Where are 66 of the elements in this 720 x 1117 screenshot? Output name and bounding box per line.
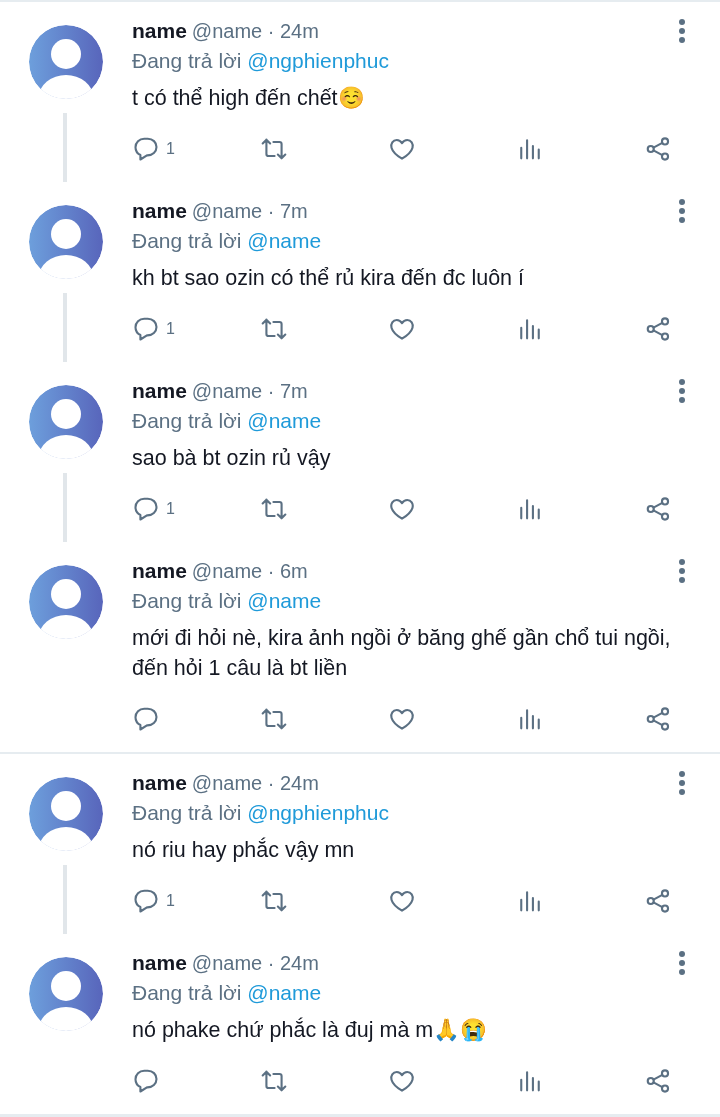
reply-button[interactable] xyxy=(132,705,160,733)
avatar-icon xyxy=(29,205,103,279)
avatar-icon xyxy=(29,957,103,1031)
handle-time: @name · 6m xyxy=(191,559,308,584)
author-name[interactable]: name xyxy=(132,376,187,406)
more-icon[interactable] xyxy=(678,950,686,976)
handle-time: @name · 24m xyxy=(191,951,319,976)
share-button[interactable] xyxy=(644,705,672,733)
handle-time: @name · 7m xyxy=(191,379,308,404)
tweet-text: t có thể high đến chết☺ xyxy=(132,85,366,112)
share-icon xyxy=(644,1067,672,1095)
reply-button[interactable]: 1 xyxy=(132,135,175,163)
more-icon[interactable] xyxy=(678,378,686,404)
author-name[interactable]: name xyxy=(132,196,187,226)
tweet-text: sao bà bt ozin rủ vậy xyxy=(132,445,332,472)
replying-to-text: Đang trả lời @name xyxy=(132,588,323,614)
more-icon[interactable] xyxy=(678,18,686,44)
tweet-text: nó riu hay phắc vậy mn xyxy=(132,836,356,864)
speech-bubble-icon xyxy=(132,887,160,915)
speech-bubble-icon xyxy=(132,705,160,733)
share-icon xyxy=(644,887,672,915)
author-name[interactable]: name xyxy=(132,16,187,46)
replying-to-text: Đang trả lời @name xyxy=(132,980,323,1006)
replying-to-text: Đang trả lời @name xyxy=(132,408,323,434)
avatar-icon xyxy=(29,25,103,99)
share-button[interactable] xyxy=(644,315,672,343)
speech-bubble-icon xyxy=(132,135,160,163)
replying-to-text: Đang trả lời @ngphienphuc xyxy=(132,48,390,74)
mention-link[interactable]: @name xyxy=(247,589,322,612)
share-button[interactable] xyxy=(644,887,672,915)
avatar-icon xyxy=(29,385,103,459)
reply-button[interactable]: 1 xyxy=(132,495,175,523)
mention-link[interactable]: @name xyxy=(247,229,322,252)
handle-time: @name · 24m xyxy=(191,771,319,796)
speech-bubble-icon xyxy=(132,495,160,523)
mention-link[interactable]: @ngphienphuc xyxy=(247,801,389,824)
mention-link[interactable]: @name xyxy=(247,409,322,432)
more-icon[interactable] xyxy=(678,558,686,584)
share-icon xyxy=(644,315,672,343)
handle-time: @name · 7m xyxy=(191,199,308,224)
share-icon xyxy=(644,135,672,163)
avatar-icon xyxy=(29,777,103,851)
mention-link[interactable]: @name xyxy=(247,981,322,1004)
share-button[interactable] xyxy=(644,1067,672,1095)
share-icon xyxy=(644,705,672,733)
handle-time: @name · 24m xyxy=(191,19,319,44)
more-icon[interactable] xyxy=(678,770,686,796)
author-name[interactable]: name xyxy=(132,948,187,978)
replying-to-text: Đang trả lời @name xyxy=(132,228,323,254)
mention-link[interactable]: @ngphienphuc xyxy=(247,49,389,72)
author-name[interactable]: name xyxy=(132,768,187,798)
tweet-text: mới đi hỏi nè, kira ảnh ngồi ở băng ghế gần chổ tui ngồi, đến hỏi 1 câu là bt liền xyxy=(132,625,672,682)
share-icon xyxy=(644,495,672,523)
author-name[interactable]: name xyxy=(132,556,187,586)
speech-bubble-icon xyxy=(132,315,160,343)
speech-bubble-icon xyxy=(132,1067,160,1095)
tweet-text: nó phake chứ phắc là đuj mà m🙏😭 xyxy=(132,1016,489,1044)
reply-button[interactable]: 1 xyxy=(132,887,175,915)
share-button[interactable] xyxy=(644,495,672,523)
replying-to-text: Đang trả lời @ngphienphuc xyxy=(132,800,390,826)
tweet-text: kh bt sao ozin có thể rủ kira đến đc luôn í xyxy=(132,265,525,292)
more-icon[interactable] xyxy=(678,198,686,224)
share-button[interactable] xyxy=(644,135,672,163)
reply-button[interactable] xyxy=(132,1067,160,1095)
reply-button[interactable]: 1 xyxy=(132,315,175,343)
avatar-icon xyxy=(29,565,103,639)
